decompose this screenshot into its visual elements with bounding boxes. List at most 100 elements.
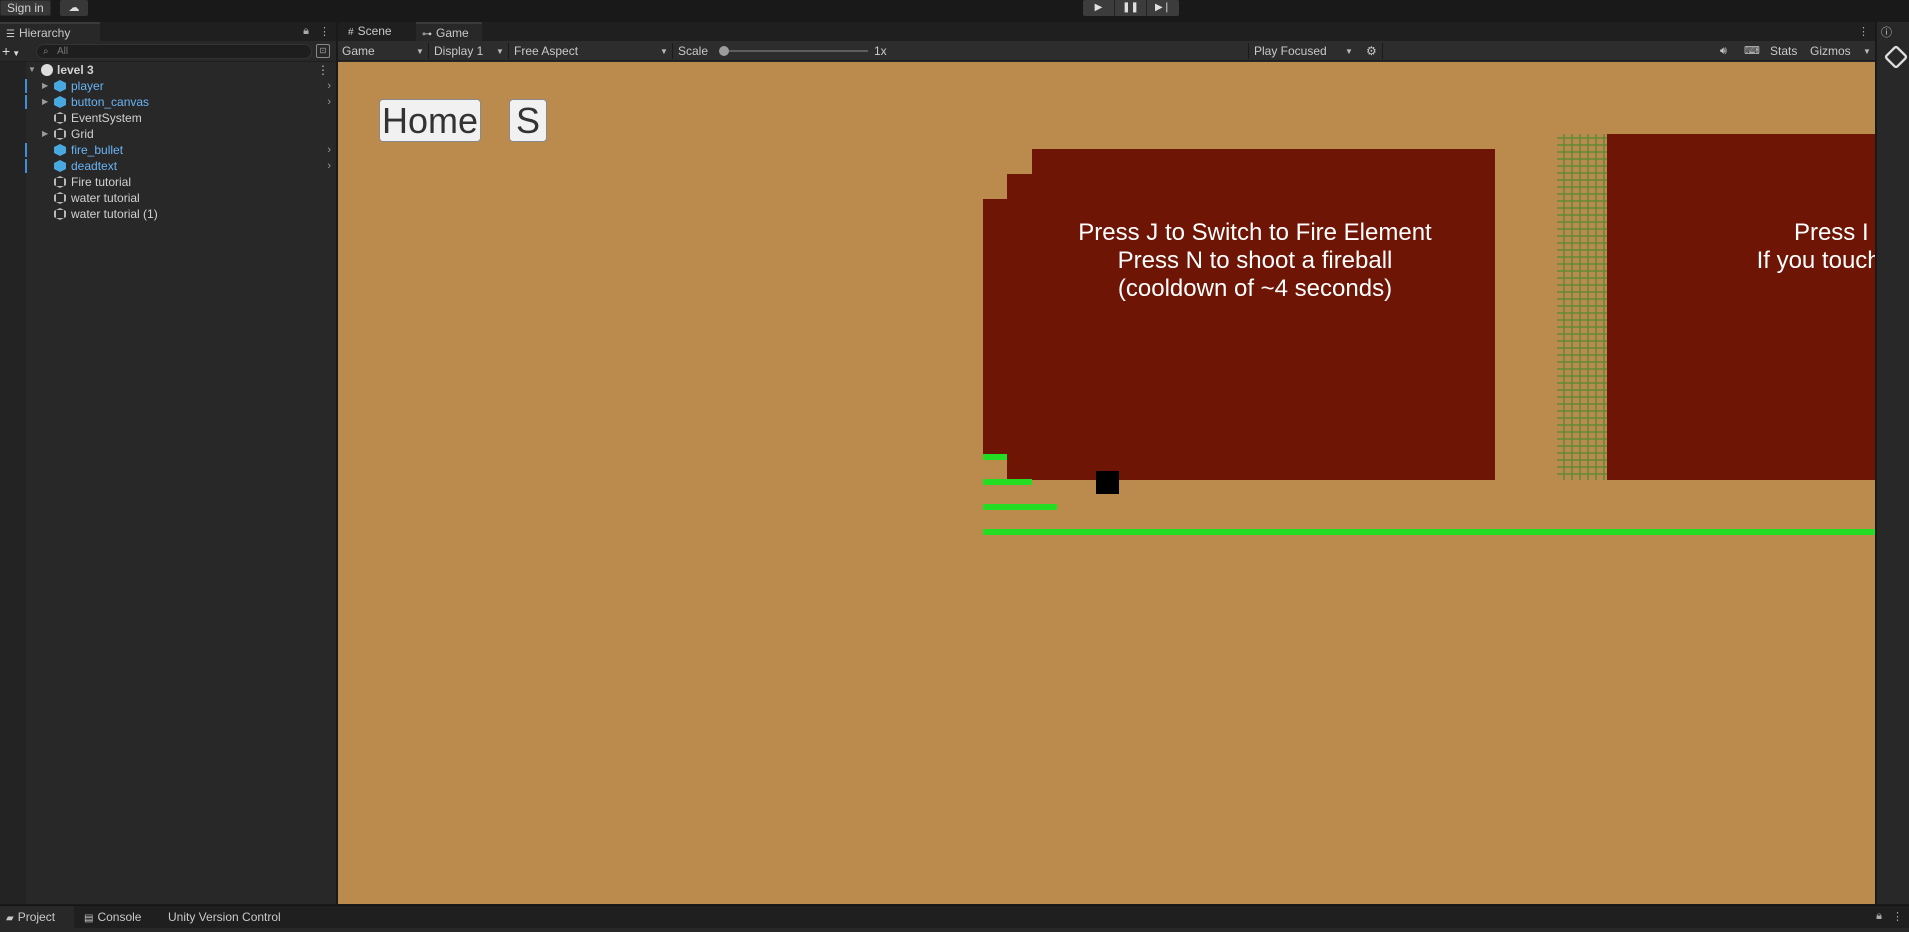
cloud-icon[interactable]: ☁ [60, 0, 88, 16]
stats-button[interactable]: Stats [1766, 41, 1797, 61]
hierarchy-item-water-tutorial[interactable]: water tutorial [0, 190, 337, 206]
pause-icon[interactable]: ❚❚ [1115, 0, 1147, 16]
speaker-icon[interactable]: 🔊︎ [1716, 41, 1727, 61]
tab-hierarchy[interactable]: ☰ Hierarchy [0, 22, 100, 41]
prefab-marker [25, 143, 27, 157]
unity-logo-icon [1883, 44, 1909, 70]
hierarchy-item-player[interactable]: ▶ player › [0, 78, 337, 94]
play-focus-label: Play Focused [1254, 44, 1327, 58]
scene-row[interactable]: ▼ level 3 ⋮ [0, 62, 337, 78]
play-focus-dropdown[interactable]: Play Focused [1250, 41, 1356, 61]
expand-down-icon[interactable]: ▼ [28, 62, 36, 78]
prefab-cube-icon [54, 144, 66, 156]
expand-right-icon[interactable]: ▶ [42, 94, 48, 110]
sign-in-button[interactable]: Sign in [0, 0, 51, 16]
lock-icon[interactable]: 🔒︎ [1876, 910, 1882, 923]
tab-project-label: Project [17, 910, 56, 924]
kebab-menu-icon[interactable]: ⋮ [1858, 25, 1869, 38]
scale-value: 1x [874, 44, 887, 58]
water-tutorial-text: Press I to S If you touch wa [1756, 219, 1875, 274]
divider [508, 43, 509, 59]
chevron-right-icon[interactable]: › [327, 142, 331, 158]
chevron-down-icon: ▼ [496, 47, 504, 56]
tab-project[interactable]: ▰ Project [0, 906, 74, 928]
lock-icon[interactable]: 🔒︎ [303, 25, 309, 38]
hierarchy-item-label: deadtext [71, 159, 118, 173]
hierarchy-tabbar: ☰ Hierarchy 🔒︎ ⋮ [0, 22, 336, 41]
game-tab-menu: ⋮ [1858, 25, 1869, 38]
tab-game-label: Game [436, 26, 469, 40]
tab-version-control[interactable]: Unity Version Control [162, 906, 312, 928]
bug-icon[interactable]: ⚙ [1362, 41, 1377, 61]
game-panel: # Scene ⊶ Game ⋮ Game ▼ Display 1 ▼ Free A… [338, 22, 1875, 904]
gameobject-cube-icon [54, 192, 66, 204]
info-icon[interactable]: ⓘ [1881, 24, 1892, 40]
chevron-down-icon: ▼ [1345, 47, 1353, 56]
hierarchy-item-water-tutorial-1[interactable]: water tutorial (1) [0, 206, 337, 222]
scale-slider[interactable] [724, 50, 868, 52]
grid-icon: # [348, 27, 354, 38]
hierarchy-item-deadtext[interactable]: deadtext › [0, 158, 337, 174]
display-label: Display 1 [434, 44, 484, 58]
gameobject-cube-icon [54, 112, 66, 124]
chevron-right-icon[interactable]: › [327, 94, 331, 110]
search-placeholder: All [57, 46, 69, 57]
scale-slider-handle[interactable] [719, 46, 729, 56]
vine-ladder [1557, 134, 1607, 480]
step-gap [983, 460, 1007, 479]
gizmos-button[interactable]: Gizmos [1806, 41, 1851, 61]
fire-tutorial-wall [1032, 149, 1495, 480]
aspect-dropdown[interactable]: Free Aspect [510, 41, 670, 61]
inspector-panel-edge: ⓘ [1877, 22, 1909, 904]
step-icon[interactable]: ▶❘ [1147, 0, 1179, 16]
folder-icon: ▰ [6, 913, 14, 924]
kebab-menu-icon[interactable]: ⋮ [1892, 910, 1903, 923]
project-toolbar-strip [0, 928, 1909, 932]
hierarchy-item-grid[interactable]: ▶ Grid [0, 126, 337, 142]
scene-menu-icon[interactable]: ⋮ [317, 62, 329, 78]
hierarchy-item-label: fire_bullet [71, 143, 124, 157]
expand-right-icon[interactable]: ▶ [42, 126, 48, 142]
play-controls: ▶ ❚❚ ▶❘ [1083, 0, 1179, 16]
tab-game[interactable]: ⊶ Game [416, 22, 482, 41]
hierarchy-item-fire-tutorial[interactable]: Fire tutorial [0, 174, 337, 190]
prefab-marker [25, 79, 27, 93]
unity-scene-icon [41, 64, 53, 76]
grass-step [983, 504, 1057, 510]
grass-floor [983, 529, 1057, 535]
hierarchy-item-eventsystem[interactable]: EventSystem [0, 110, 337, 126]
player-character [1096, 471, 1119, 494]
home-button[interactable]: Home [379, 99, 481, 142]
gameobject-cube-icon [54, 208, 66, 220]
hierarchy-search-input[interactable]: ⌕ All [36, 44, 312, 59]
divider [1382, 43, 1383, 59]
bottom-tabbar: ▰ Project ▤ Console Unity Version Control … [0, 905, 1909, 932]
game-mode-label: Game [342, 44, 375, 58]
chevron-right-icon[interactable]: › [327, 78, 331, 94]
keyboard-icon[interactable]: ⌨ [1740, 41, 1760, 61]
search-filter-icon[interactable]: ⊡ [316, 44, 330, 58]
play-icon[interactable]: ▶ [1083, 0, 1115, 16]
aspect-label: Free Aspect [514, 44, 579, 58]
kebab-menu-icon[interactable]: ⋮ [319, 25, 330, 38]
s-button[interactable]: S [509, 99, 547, 142]
expand-right-icon[interactable]: ▶ [42, 78, 48, 94]
hierarchy-item-label: water tutorial [71, 191, 140, 205]
divider [428, 43, 429, 59]
gameobject-cube-icon [54, 176, 66, 188]
game-viewport[interactable]: Home S Press J to Switch to Fire Element… [338, 62, 1875, 904]
hierarchy-toolbar: + ▼ ⌕ All ⊡ [0, 41, 336, 62]
add-icon[interactable]: + ▼ [2, 43, 20, 62]
scale-label: Scale [678, 44, 709, 58]
hierarchy-item-button-canvas[interactable]: ▶ button_canvas › [0, 94, 337, 110]
prefab-marker [25, 159, 27, 173]
chevron-right-icon[interactable]: › [327, 158, 331, 174]
hierarchy-item-label: Grid [71, 127, 94, 141]
tab-console[interactable]: ▤ Console [78, 906, 158, 928]
tab-scene[interactable]: # Scene [342, 22, 408, 41]
fire-tutorial-text: Press J to Switch to Fire Element Press … [1078, 219, 1432, 302]
game-mode-dropdown[interactable]: Game [338, 41, 426, 61]
hierarchy-item-fire-bullet[interactable]: fire_bullet › [0, 142, 337, 158]
display-dropdown[interactable]: Display 1 [430, 41, 506, 61]
tab-console-label: Console [97, 910, 142, 924]
